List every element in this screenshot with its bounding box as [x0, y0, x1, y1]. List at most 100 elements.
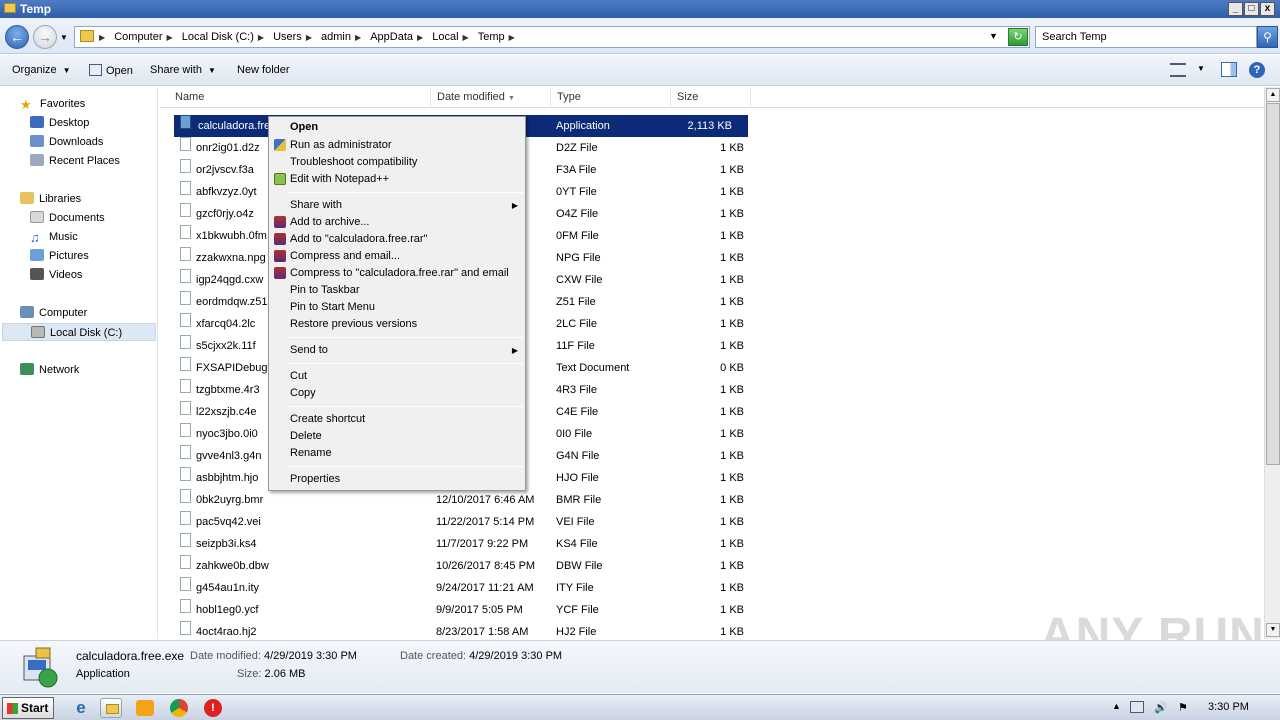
file-name: hobl1eg0.ycf	[196, 604, 259, 616]
table-row[interactable]: g454au1n.ity 9/24/2017 11:21 AM ITY File 1 …	[160, 577, 760, 599]
vertical-scrollbar[interactable]: ▲ ▼	[1264, 87, 1280, 639]
menu-troubleshoot[interactable]: Troubleshoot compatibility	[290, 155, 417, 170]
address-box[interactable]: ▶ Computer ▶ Local Disk (C:) ▶ Users ▶ admi…	[74, 26, 1030, 48]
menu-cut[interactable]: Cut	[290, 369, 307, 384]
nav-desktop[interactable]: Desktop	[30, 114, 89, 132]
winrar-icon	[274, 250, 286, 262]
network-tray-icon[interactable]	[1130, 701, 1144, 713]
crumb-appdata[interactable]: AppData	[370, 27, 413, 47]
chevron-right-icon[interactable]: ▶	[509, 28, 515, 48]
nav-libraries[interactable]: Libraries	[20, 190, 81, 208]
explorer-taskbar-button[interactable]	[100, 698, 122, 718]
scroll-thumb[interactable]	[1266, 103, 1280, 465]
file-size: 1 KB	[720, 560, 744, 572]
menu-compress-rar-email[interactable]: Compress to "calculadora.free.rar" and e…	[290, 266, 509, 281]
show-hidden-icons-icon[interactable]: ▲	[1112, 701, 1121, 711]
preview-pane-icon[interactable]	[1221, 62, 1237, 77]
column-date-modified[interactable]: Date modified ▼	[431, 87, 551, 108]
scroll-down-arrow-icon[interactable]: ▼	[1266, 623, 1280, 637]
crumb-computer[interactable]: Computer	[114, 27, 162, 47]
file-type: Text Document	[556, 362, 630, 374]
menu-rename[interactable]: Rename	[290, 446, 332, 461]
search-input[interactable]: Search Temp	[1035, 26, 1257, 48]
chrome-icon[interactable]	[170, 699, 188, 717]
chevron-right-icon[interactable]: ▶	[167, 28, 173, 48]
chevron-right-icon[interactable]: ▶	[306, 28, 312, 48]
menu-add-rar[interactable]: Add to "calculadora.free.rar"	[290, 232, 427, 247]
share-with-button[interactable]: Share with ▼	[150, 64, 216, 76]
chevron-right-icon[interactable]: ▶	[355, 28, 361, 48]
crumb-local[interactable]: Local	[432, 27, 458, 47]
menu-send-to[interactable]: Send to	[290, 343, 328, 358]
search-icon[interactable]: ⚲	[1257, 26, 1278, 48]
file-type: F3A File	[556, 164, 597, 176]
file-size: 1 KB	[720, 252, 744, 264]
nav-local-disk[interactable]: Local Disk (C:)	[2, 323, 156, 341]
address-dropdown-icon[interactable]: ▼	[989, 31, 998, 41]
views-dropdown-icon[interactable]: ▼	[1197, 64, 1205, 73]
recent-pages-dropdown-icon[interactable]: ▼	[60, 33, 68, 42]
table-row[interactable]: pac5vq42.vei 11/22/2017 5:14 PM VEI File 1 …	[160, 511, 760, 533]
chevron-right-icon[interactable]: ▶	[99, 28, 105, 48]
organize-button[interactable]: Organize ▼	[12, 64, 71, 76]
menu-delete[interactable]: Delete	[290, 429, 322, 444]
internet-explorer-icon[interactable]: e	[70, 698, 92, 718]
start-button[interactable]: Start	[2, 697, 54, 719]
menu-pin-taskbar[interactable]: Pin to Taskbar	[290, 283, 360, 298]
menu-edit-notepad[interactable]: Edit with Notepad++	[290, 172, 389, 187]
crumb-temp[interactable]: Temp	[478, 27, 505, 47]
context-menu: Open Run as administrator Troubleshoot c…	[268, 116, 526, 491]
table-row[interactable]: seizpb3i.ks4 11/7/2017 9:22 PM KS4 File 1 K…	[160, 533, 760, 555]
folder-icon	[80, 30, 94, 42]
menu-restore-versions[interactable]: Restore previous versions	[290, 317, 417, 332]
alert-app-icon[interactable]: !	[204, 699, 222, 717]
nav-recent-places[interactable]: Recent Places	[30, 152, 120, 170]
column-type[interactable]: Type	[551, 87, 671, 108]
nav-documents[interactable]: Documents	[30, 209, 105, 227]
clock[interactable]: 3:30 PM	[1208, 701, 1249, 713]
close-button[interactable]: x	[1260, 2, 1275, 16]
menu-open[interactable]: Open	[290, 120, 318, 135]
table-row[interactable]: hobl1eg0.ycf 9/9/2017 5:05 PM YCF File 1 KB	[160, 599, 760, 621]
refresh-icon[interactable]: ↻	[1008, 28, 1028, 46]
maximize-button[interactable]: □	[1244, 2, 1259, 16]
crumb-users[interactable]: Users	[273, 27, 302, 47]
nav-music[interactable]: ♫ Music	[30, 228, 78, 246]
nav-pictures[interactable]: Pictures	[30, 247, 89, 265]
menu-compress-email[interactable]: Compress and email...	[290, 249, 400, 264]
downloads-icon	[30, 135, 44, 147]
menu-share-with[interactable]: Share with	[290, 198, 342, 213]
action-center-flag-icon[interactable]: ⚑	[1178, 701, 1188, 714]
menu-create-shortcut[interactable]: Create shortcut	[290, 412, 365, 427]
chevron-right-icon[interactable]: ▶	[417, 28, 423, 48]
nav-videos[interactable]: Videos	[30, 266, 82, 284]
nav-downloads[interactable]: Downloads	[30, 133, 103, 151]
help-icon[interactable]: ?	[1249, 62, 1265, 78]
chevron-right-icon[interactable]: ▶	[463, 28, 469, 48]
nav-computer[interactable]: Computer	[20, 304, 87, 322]
views-icon[interactable]	[1170, 63, 1186, 77]
scroll-up-arrow-icon[interactable]: ▲	[1266, 88, 1280, 102]
crumb-admin[interactable]: admin	[321, 27, 351, 47]
column-name[interactable]: Name	[169, 87, 431, 108]
crumb-local-disk[interactable]: Local Disk (C:)	[182, 27, 254, 47]
media-player-icon[interactable]	[136, 700, 154, 716]
minimize-button[interactable]: _	[1228, 2, 1243, 16]
menu-run-as-admin[interactable]: Run as administrator	[290, 138, 392, 153]
volume-icon[interactable]: 🔊	[1154, 701, 1168, 714]
menu-add-archive[interactable]: Add to archive...	[290, 215, 370, 230]
recent-places-icon	[30, 154, 44, 166]
nav-network[interactable]: Network	[20, 361, 79, 379]
chevron-right-icon[interactable]: ▶	[258, 28, 264, 48]
table-row[interactable]: 0bk2uyrg.bmr 12/10/2017 6:46 AM BMR File 1 …	[160, 489, 760, 511]
column-size[interactable]: Size	[671, 87, 751, 108]
forward-button[interactable]: →	[33, 25, 57, 49]
back-button[interactable]: ←	[5, 25, 29, 49]
nav-favorites[interactable]: ★ Favorites	[20, 95, 85, 113]
new-folder-button[interactable]: New folder	[237, 64, 290, 76]
menu-pin-start[interactable]: Pin to Start Menu	[290, 300, 375, 315]
table-row[interactable]: zahkwe0b.dbw 10/26/2017 8:45 PM DBW File 1 …	[160, 555, 760, 577]
menu-properties[interactable]: Properties	[290, 472, 340, 487]
open-button[interactable]: Open	[89, 64, 133, 77]
menu-copy[interactable]: Copy	[290, 386, 316, 401]
